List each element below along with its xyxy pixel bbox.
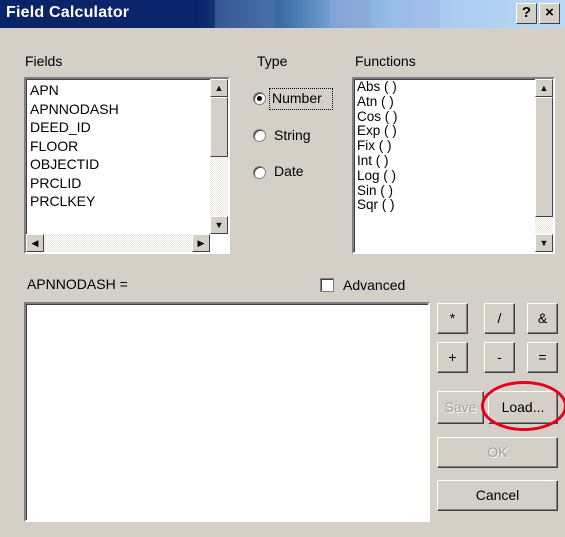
function-item[interactable]: Atn ( ) [357,94,398,110]
type-number-radio[interactable] [253,92,266,105]
type-string-radio[interactable] [253,129,266,142]
cancel-button[interactable]: Cancel [437,480,558,511]
type-date-label[interactable]: Date [274,163,304,179]
title-bar-decoration [330,0,370,28]
title-bar-decoration [400,0,440,28]
expression-label: APNNODASH = [27,276,128,292]
window-title: Field Calculator [6,4,130,21]
help-button[interactable]: ? [516,3,537,24]
save-button[interactable]: Save [437,391,484,424]
scroll-left-arrow-icon[interactable]: ◀ [26,234,44,252]
function-item[interactable]: Exp ( ) [357,124,398,139]
scroll-down-arrow-icon[interactable]: ▼ [535,234,553,252]
field-item[interactable]: DEED_ID [30,118,119,137]
field-item[interactable]: OBJECTID [30,155,119,174]
scroll-right-arrow-icon[interactable]: ▶ [192,234,210,252]
fields-scroll-thumb[interactable] [210,97,228,157]
title-bar-decoration [215,0,275,28]
function-item[interactable]: Abs ( ) [357,79,398,95]
fields-list: APN APNNODASH DEED_ID FLOOR OBJECTID PRC… [30,81,119,211]
functions-vertical-scrollbar[interactable]: ▲ ▼ [535,79,553,252]
equals-operator-button[interactable]: = [527,342,558,373]
function-item[interactable]: Log ( ) [357,168,398,184]
radio-selected-dot [257,96,262,101]
title-bar[interactable]: Field Calculator ? × [0,0,565,28]
functions-list: Abs ( ) Atn ( ) Cos ( ) Exp ( ) Fix ( ) … [357,79,398,213]
close-button[interactable]: × [539,3,560,24]
expression-textarea[interactable] [24,302,430,522]
function-item[interactable]: Fix ( ) [357,138,398,154]
function-item[interactable]: Sqr ( ) [357,198,398,213]
scroll-up-arrow-icon[interactable]: ▲ [210,79,228,97]
functions-scroll-thumb[interactable] [535,97,553,217]
function-item[interactable]: Cos ( ) [357,109,398,125]
field-item[interactable]: APN [30,81,119,100]
multiply-operator-button[interactable]: * [437,303,468,334]
advanced-label[interactable]: Advanced [343,277,405,293]
fields-listbox[interactable]: APN APNNODASH DEED_ID FLOOR OBJECTID PRC… [24,77,230,254]
type-label: Type [257,53,288,69]
fields-vertical-scrollbar[interactable]: ▲ ▼ [210,79,228,234]
type-date-radio[interactable] [253,166,266,179]
function-item[interactable]: Sin ( ) [357,183,398,199]
field-item[interactable]: PRCLKEY [30,192,119,211]
highlight-annotation [481,381,565,431]
advanced-checkbox[interactable] [320,278,334,292]
functions-label: Functions [355,53,416,69]
subtract-operator-button[interactable]: - [484,342,515,373]
type-number-label[interactable]: Number [272,90,322,106]
scroll-up-arrow-icon[interactable]: ▲ [535,79,553,97]
ok-button[interactable]: OK [437,437,558,468]
add-operator-button[interactable]: + [437,342,468,373]
concatenate-operator-button[interactable]: & [527,303,558,334]
scroll-down-arrow-icon[interactable]: ▼ [210,216,228,234]
field-calculator-dialog: Field Calculator ? × Fields APN APNNODAS… [0,0,565,537]
fields-horizontal-scrollbar[interactable]: ◀ ▶ [26,234,210,252]
field-item[interactable]: FLOOR [30,137,119,156]
functions-listbox[interactable]: Abs ( ) Atn ( ) Cos ( ) Exp ( ) Fix ( ) … [352,77,555,254]
type-string-label[interactable]: String [274,127,311,143]
divide-operator-button[interactable]: / [484,303,515,334]
function-item[interactable]: Int ( ) [357,153,398,169]
fields-label: Fields [25,53,63,69]
field-item[interactable]: PRCLID [30,174,119,193]
field-item[interactable]: APNNODASH [30,100,119,119]
